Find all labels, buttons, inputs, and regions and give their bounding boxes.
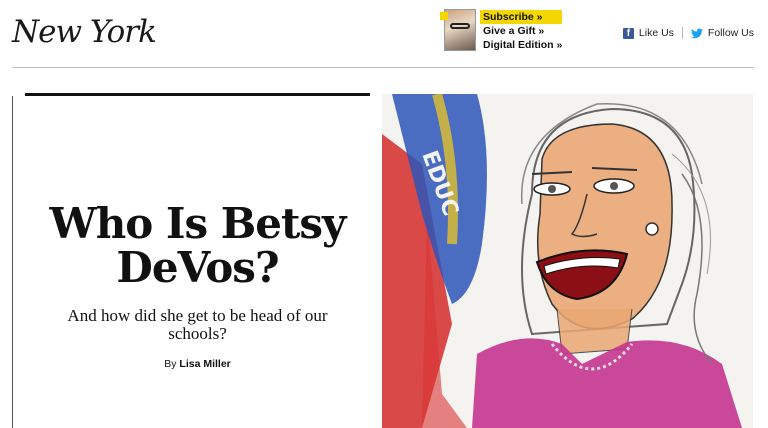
follow-us-link[interactable]: Follow Us (690, 27, 754, 39)
childrens-drawing-illustration[interactable]: EDUC (382, 94, 753, 428)
headline-line-2: DeVos? (116, 243, 279, 292)
left-border-line (12, 96, 13, 428)
twitter-icon (690, 28, 703, 38)
social-links: f Like Us Follow Us (622, 27, 754, 39)
new-york-logo[interactable]: New York (12, 14, 157, 50)
headline-line-1: Who Is Betsy (49, 199, 347, 248)
digital-edition-link[interactable]: Digital Edition » (483, 38, 562, 52)
follow-us-label: Follow Us (707, 27, 754, 39)
give-gift-link[interactable]: Give a Gift » (483, 24, 562, 38)
article-top-rule (25, 93, 370, 96)
facebook-icon: f (622, 27, 634, 39)
header-divider (12, 67, 754, 68)
drawing-svg: EDUC (382, 94, 753, 428)
article-byline: By Lisa Miller (25, 358, 370, 370)
author-link[interactable]: Lisa Miller (179, 358, 230, 370)
subscription-promo: Subscribe » Give a Gift » Digital Editio… (440, 8, 570, 54)
article-dek: And how did she get to be head of our sc… (67, 306, 328, 343)
article-headline[interactable]: Who Is Betsy DeVos? (25, 202, 370, 290)
magazine-cover-thumbnail[interactable] (444, 9, 476, 51)
like-us-label: Like Us (638, 27, 674, 39)
like-us-link[interactable]: f Like Us (622, 27, 674, 39)
social-divider (681, 27, 683, 39)
subscribe-link[interactable]: Subscribe » (480, 10, 563, 24)
promo-links: Subscribe » Give a Gift » Digital Editio… (480, 10, 563, 52)
promo-tag-accent (440, 12, 448, 20)
byline-prefix: By (164, 358, 177, 370)
